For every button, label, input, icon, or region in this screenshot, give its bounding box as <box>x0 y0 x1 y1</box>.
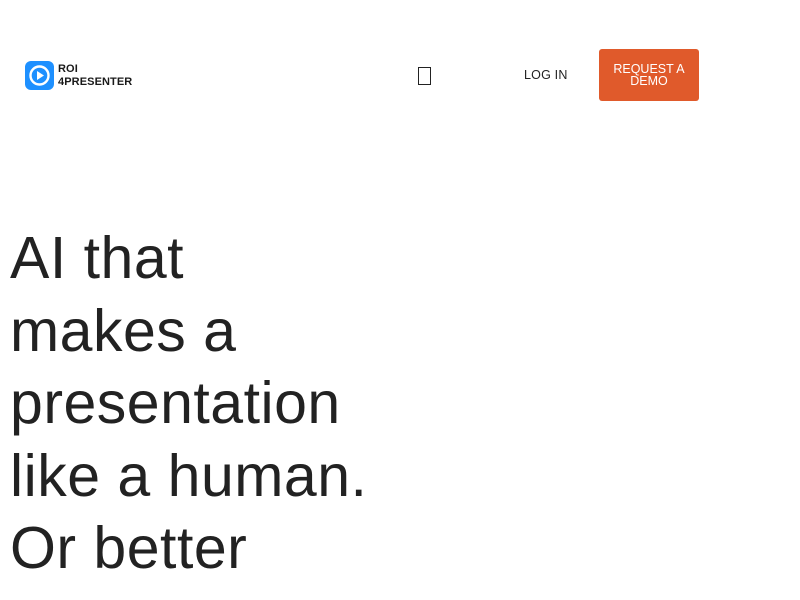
hero-title-line: makes a <box>10 297 237 364</box>
logo-line-2: 4PRESENTER <box>58 75 133 88</box>
login-link[interactable]: LOG IN <box>524 68 568 82</box>
hero-title: AI that makes a presentation like a huma… <box>10 222 430 585</box>
hero-title-line: AI that <box>10 225 185 291</box>
request-demo-button[interactable]: REQUEST A DEMO <box>599 49 699 101</box>
play-circle-icon <box>25 61 54 90</box>
hero-title-line: presentation <box>10 370 341 436</box>
page: ROI 4PRESENTER LOG IN REQUEST A DEMO AI … <box>0 0 800 600</box>
logo-line-1: ROI <box>58 62 78 75</box>
logo-link[interactable]: ROI 4PRESENTER <box>25 61 132 90</box>
logo-wordmark: ROI 4PRESENTER <box>58 63 132 89</box>
hero-title-line: like a human. <box>10 442 368 509</box>
site-header: ROI 4PRESENTER LOG IN REQUEST A DEMO <box>0 0 800 150</box>
hero-title-line: Or better <box>10 515 248 581</box>
menu-icon[interactable] <box>418 67 431 85</box>
